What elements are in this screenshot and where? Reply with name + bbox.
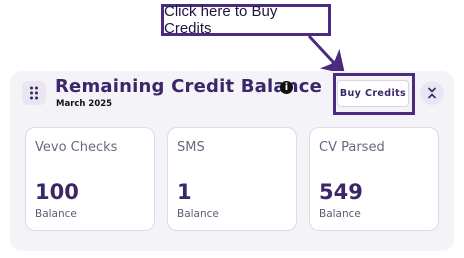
- buy-credits-callout: Click here to Buy Credits: [161, 3, 331, 37]
- callout-text: Click here to Buy Credits: [164, 3, 278, 37]
- buy-credits-button[interactable]: Buy Credits: [337, 80, 409, 107]
- drag-handle-icon: [30, 86, 38, 100]
- collapse-chevrons-icon: [427, 87, 437, 99]
- stat-label: CV Parsed: [319, 140, 385, 155]
- stat-card-vevo-checks: Vevo Checks 100 Balance: [25, 127, 155, 231]
- stat-label: SMS: [177, 140, 205, 155]
- callout-arrow-icon: [307, 34, 345, 74]
- collapse-button[interactable]: [420, 81, 444, 105]
- drag-handle-button[interactable]: [22, 81, 46, 105]
- stat-caption: Balance: [35, 208, 77, 220]
- stat-value: 1: [177, 180, 192, 204]
- stat-label: Vevo Checks: [35, 140, 118, 155]
- info-icon[interactable]: i: [280, 81, 293, 94]
- stat-caption: Balance: [177, 208, 219, 220]
- stat-caption: Balance: [319, 208, 361, 220]
- stat-card-sms: SMS 1 Balance: [167, 127, 297, 231]
- stat-value: 549: [319, 180, 363, 204]
- stat-card-cv-parsed: CV Parsed 549 Balance: [309, 127, 439, 231]
- widget-subtitle: March 2025: [56, 99, 113, 109]
- stat-value: 100: [35, 180, 79, 204]
